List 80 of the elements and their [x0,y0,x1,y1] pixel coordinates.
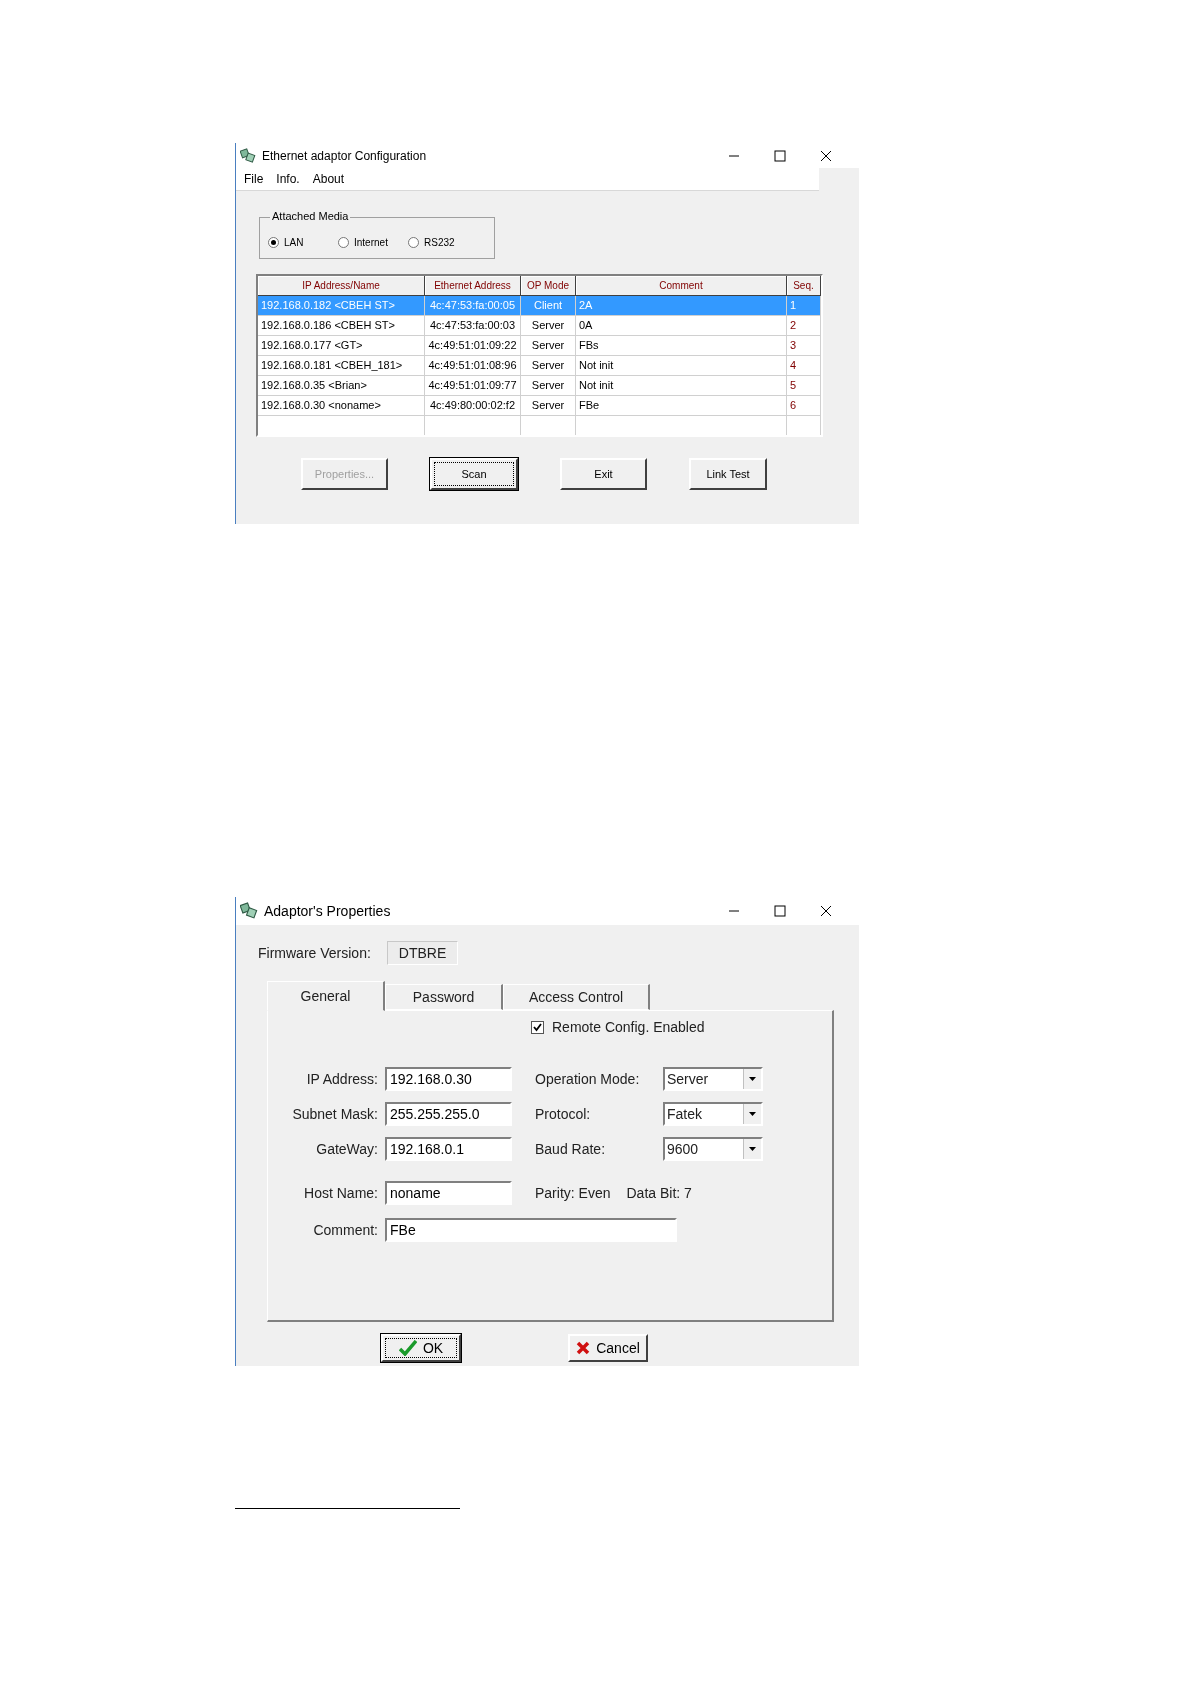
setting-label: Operation Mode: [535,1071,641,1087]
column-header[interactable]: Seq. [787,276,821,296]
parity-text: Parity: Even [535,1185,611,1201]
table-cell[interactable]: Not init [576,376,787,396]
table-cell[interactable]: 192.168.0.177 <GT> [258,336,425,356]
dropdown[interactable]: 9600 [663,1137,763,1161]
checkbox-label: Remote Config. Enabled [552,1019,705,1035]
table-cell[interactable]: 4c:49:51:01:09:77 [425,376,521,396]
maximize-icon[interactable] [773,148,787,163]
column-header[interactable]: OP Mode [521,276,576,296]
cross-icon [576,1341,591,1355]
table-cell[interactable]: Server [521,316,576,336]
close-icon[interactable] [819,904,833,918]
close-icon[interactable] [819,148,833,163]
dialog-button[interactable]: Exit [560,458,647,490]
table-cell[interactable]: 2 [787,316,821,336]
field-label: Host Name: [303,1185,378,1201]
dialog-button[interactable]: Cancel [568,1334,648,1362]
table-cell[interactable]: 0A [576,316,787,336]
table-cell[interactable]: FBs [576,336,787,356]
table-cell[interactable]: FBe [576,396,787,416]
menu-item[interactable]: About [312,172,345,186]
input-field[interactable]: 192.168.0.1 [385,1137,512,1161]
radio-option[interactable]: Internet [338,236,408,248]
radio-option[interactable]: RS232 [408,236,478,248]
tab[interactable]: Password [385,984,503,1010]
table-cell[interactable]: 192.168.0.186 <CBEH ST> [258,316,425,336]
input-field[interactable]: noname [385,1181,512,1205]
column-header[interactable]: Comment [576,276,787,296]
table-cell[interactable]: 5 [787,376,821,396]
menu-item[interactable]: Info. [276,172,300,186]
firmware-label: Firmware Version: [258,945,371,961]
table-cell[interactable]: 4 [787,356,821,376]
app-icon [240,902,258,920]
field-label: GateWay: [315,1141,378,1157]
window-title: Ethernet adaptor Configuration [262,148,428,163]
dialog-button[interactable]: OK [381,1334,461,1362]
caret-icon [749,1112,756,1116]
table-cell[interactable]: Server [521,396,576,416]
table-cell[interactable]: 3 [787,336,821,356]
input-field[interactable]: FBe [385,1218,677,1242]
caret-icon [749,1077,756,1081]
radio-option[interactable]: LAN [268,236,338,248]
column-header[interactable]: IP Address/Name [258,276,425,296]
table-cell[interactable]: Not init [576,356,787,376]
check-icon [398,1340,417,1356]
field-label: Subnet Mask: [291,1106,378,1122]
caret-icon [749,1147,756,1151]
data-bit-text: Data Bit: 7 [626,1185,692,1201]
table-cell[interactable]: Server [521,336,576,356]
firmware-value: DTBRE [386,941,459,965]
tab[interactable]: Access Control [503,984,651,1010]
table-cell[interactable]: 4c:47:53:fa:00:03 [425,316,521,336]
table-cell[interactable]: 192.168.0.181 <CBEH_181> [258,356,425,376]
menu-item[interactable]: File [244,172,264,186]
field-label: IP Address: [305,1071,378,1087]
table-cell[interactable]: 6 [787,396,821,416]
app-icon [240,147,256,164]
dropdown[interactable]: Fatek [663,1102,763,1126]
window-title: Adaptor's Properties [264,903,392,919]
table-cell[interactable]: 4c:49:80:00:02:f2 [425,396,521,416]
tab[interactable]: General [267,981,385,1011]
column-header[interactable]: Ethernet Address [425,276,521,296]
group-label: Attached Media [270,210,351,222]
dialog-button[interactable]: Link Test [689,458,767,490]
setting-label: Baud Rate: [535,1141,607,1157]
table-cell[interactable]: 4c:49:51:01:08:96 [425,356,521,376]
checkbox[interactable] [531,1020,544,1034]
dialog-button[interactable]: Scan [430,458,518,490]
table-cell[interactable]: Server [521,356,576,376]
dropdown[interactable]: Server [663,1067,763,1091]
table-cell[interactable]: 192.168.0.30 <noname> [258,396,425,416]
setting-label: Protocol: [535,1106,592,1122]
field-label: Comment: [312,1222,378,1238]
table-cell[interactable]: 4c:49:51:01:09:22 [425,336,521,356]
maximize-icon[interactable] [773,904,787,918]
table-cell[interactable]: 192.168.0.35 <Brian> [258,376,425,396]
input-field[interactable]: 192.168.0.30 [385,1067,512,1091]
table-cell[interactable]: Server [521,376,576,396]
input-field[interactable]: 255.255.255.0 [385,1102,512,1126]
